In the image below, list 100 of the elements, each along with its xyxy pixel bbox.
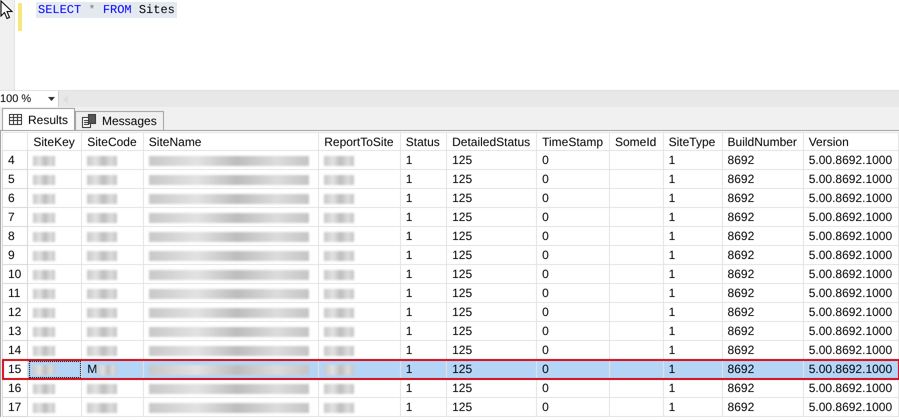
tab[interactable]: Messages [75, 111, 164, 130]
table-cell: 8692 [722, 284, 804, 302]
table-cell: 5.00.8692.1000 [803, 246, 898, 264]
row-number[interactable]: 13 [2, 322, 28, 340]
row-number[interactable]: 12 [2, 302, 28, 322]
table-cell: 1 [400, 398, 447, 416]
table-cell: 1 [400, 246, 447, 264]
table-cell: 125 [446, 188, 537, 208]
row-number[interactable]: 9 [2, 246, 28, 264]
tab[interactable]: Results [2, 108, 76, 130]
table-cell: 1 [663, 322, 722, 340]
row-number[interactable]: 4 [2, 150, 28, 170]
table-cell: 1 [663, 398, 722, 416]
column-header[interactable]: SomeId [609, 132, 664, 150]
row-number[interactable]: 14 [2, 340, 28, 360]
dropdown-arrow-icon [48, 97, 55, 101]
table-cell: 0 [536, 226, 610, 246]
row-number[interactable]: 5 [2, 170, 28, 188]
table-cell: 1 [663, 264, 722, 284]
table-cell: 5.00.8692.1000 [803, 208, 898, 226]
table-cell: 1 [663, 226, 722, 246]
table-cell: 1 [663, 208, 722, 226]
table-cell: 0 [536, 188, 610, 208]
table-cell: 5.00.8692.1000 [803, 188, 898, 208]
table-cell: 8692 [722, 150, 804, 170]
table-cell: 5.00.8692.1000 [803, 360, 898, 378]
table-cell: 125 [446, 246, 537, 264]
table-cell: 125 [446, 398, 537, 416]
column-header[interactable]: ReportToSite [318, 132, 400, 150]
grid-icon [9, 114, 22, 125]
row-number[interactable]: 17 [2, 398, 28, 416]
table-cell: 8692 [722, 170, 804, 188]
table-cell: 125 [446, 378, 537, 398]
column-header[interactable]: SiteName [143, 132, 319, 150]
table-cell: 0 [536, 302, 610, 322]
table-cell: 1 [400, 170, 447, 188]
table-cell: 125 [446, 264, 537, 284]
table-cell: 1 [663, 360, 722, 378]
table-cell: 1 [663, 150, 722, 170]
table-cell: 1 [663, 188, 722, 208]
table-cell: 1 [400, 208, 447, 226]
column-header[interactable]: DetailedStatus [446, 132, 537, 150]
table-cell: 1 [663, 246, 722, 264]
row-number[interactable]: 6 [2, 188, 28, 208]
table-cell: 5.00.8692.1000 [803, 378, 898, 398]
table-cell: 0 [536, 150, 610, 170]
table-cell: 1 [400, 284, 447, 302]
table-cell: 8692 [722, 398, 804, 416]
table-cell: 125 [446, 208, 537, 226]
table-cell: 1 [663, 378, 722, 398]
row-number[interactable]: 10 [2, 264, 28, 284]
column-header[interactable]: TimeStamp [536, 132, 610, 150]
table-cell: 0 [536, 322, 610, 340]
row-number[interactable]: 16 [2, 378, 28, 398]
row-number[interactable]: 15 [2, 360, 28, 378]
zoom-dropdown[interactable]: 100 % [0, 91, 59, 107]
table-cell: 8692 [722, 378, 804, 398]
table-cell: M [87, 362, 98, 376]
column-header[interactable]: Version [803, 132, 898, 150]
column-header[interactable]: Status [400, 132, 447, 150]
table-cell: 8692 [722, 322, 804, 340]
column-header[interactable]: SiteKey [28, 132, 82, 150]
table-cell: 1 [400, 360, 447, 378]
table-cell: 5.00.8692.1000 [803, 150, 898, 170]
table-cell: 1 [663, 170, 722, 188]
table-cell: 5.00.8692.1000 [803, 322, 898, 340]
table-cell: 1 [400, 188, 447, 208]
table-cell: 125 [446, 360, 537, 378]
table-cell: 0 [536, 170, 610, 188]
table-cell: 125 [446, 150, 537, 170]
column-header[interactable]: SiteType [663, 132, 722, 150]
table-cell: 8692 [722, 360, 804, 378]
table-cell: 1 [400, 322, 447, 340]
table-cell: 0 [536, 378, 610, 398]
table-cell: 125 [446, 302, 537, 322]
table-cell: 1 [400, 226, 447, 246]
table-cell: 0 [536, 208, 610, 226]
table-cell: 125 [446, 284, 537, 302]
table-cell: 8692 [722, 226, 804, 246]
column-header[interactable]: SiteCode [82, 132, 144, 150]
table-cell: 0 [536, 246, 610, 264]
row-number[interactable]: 7 [2, 208, 28, 226]
selected-row[interactable]: 15 M 1 125 0 1 8692 5.00.8692.1000 [2, 360, 898, 378]
table-cell: 125 [446, 322, 537, 340]
row-number[interactable]: 8 [2, 226, 28, 246]
table-cell: 8692 [722, 264, 804, 284]
table-cell: 125 [446, 170, 537, 188]
table-cell: 1 [400, 378, 447, 398]
table-cell: 5.00.8692.1000 [803, 264, 898, 284]
table-cell: 8692 [722, 302, 804, 322]
sql-query: SELECT * FROM Sites [36, 2, 177, 18]
table-cell: 5.00.8692.1000 [803, 284, 898, 302]
document-icon [82, 114, 96, 128]
table-cell: 5.00.8692.1000 [803, 398, 898, 416]
horizontal-scrollbar[interactable] [59, 91, 899, 107]
table-cell: 8692 [722, 208, 804, 226]
column-header[interactable]: BuildNumber [722, 132, 804, 150]
table-cell: 1 [663, 284, 722, 302]
table-cell: 1 [663, 302, 722, 322]
row-number[interactable]: 11 [2, 284, 28, 302]
